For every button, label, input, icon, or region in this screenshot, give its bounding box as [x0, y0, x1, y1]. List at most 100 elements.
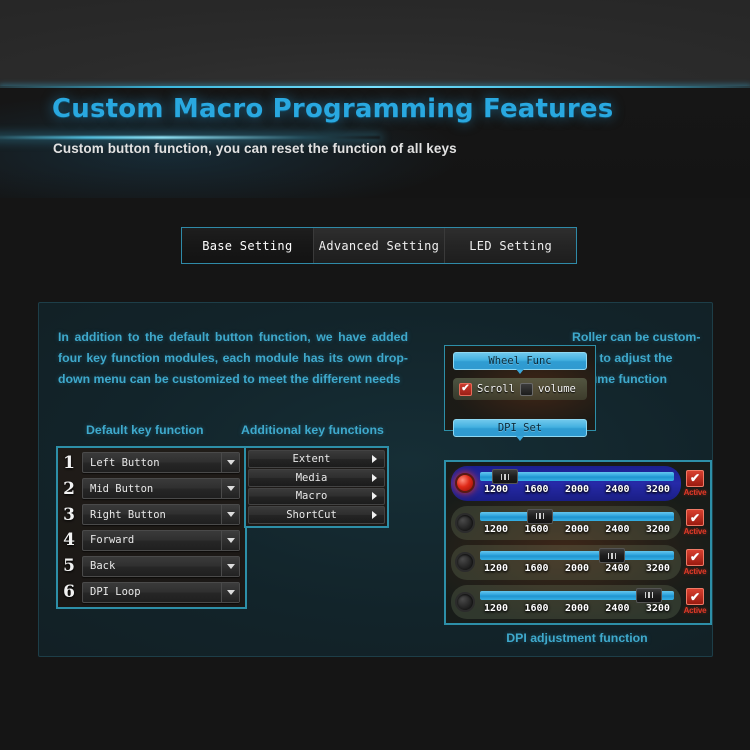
additional-key-shortcut[interactable]: ShortCut: [248, 506, 385, 524]
dpi-row-4-slider[interactable]: 1200 1600 2000 2400 3200: [480, 584, 674, 621]
additional-key-extent-label: Extent: [249, 453, 384, 465]
chevron-right-icon: [372, 492, 377, 500]
dpi-set-button[interactable]: DPI Set: [453, 419, 587, 437]
chevron-right-icon: [372, 474, 377, 482]
dpi-row-3-active-group: ✔ Active: [685, 549, 705, 576]
dpi-row-3-slider-handle[interactable]: [599, 548, 625, 563]
dpi-adjustment-panel: 1200 1600 2000 2400 3200 ✔ Active: [444, 460, 712, 625]
chevron-down-icon: [221, 479, 239, 498]
key-dropdown-2-value: Mid Button: [83, 483, 221, 495]
key-index: 6: [60, 582, 78, 602]
dpi-tick: 2000: [565, 524, 589, 535]
chevron-down-icon: [221, 453, 239, 472]
key-dropdown-3[interactable]: Right Button: [82, 504, 240, 525]
key-dropdown-5-value: Back: [83, 560, 221, 572]
right-settings-cluster: Wheel Func ✔ Scroll volume DPI Set: [442, 323, 714, 653]
additional-key-media-label: Media: [249, 472, 384, 484]
dpi-row-1-slider-handle[interactable]: [492, 469, 518, 484]
dpi-row-4-active-checkbox[interactable]: ✔: [686, 588, 704, 605]
tab-advanced-setting[interactable]: Advanced Setting: [314, 228, 446, 263]
key-dropdown-2[interactable]: Mid Button: [82, 478, 240, 499]
dpi-row-4-active-group: ✔ Active: [685, 588, 705, 615]
volume-checkbox[interactable]: [520, 383, 533, 396]
dpi-row-1-active-checkbox[interactable]: ✔: [686, 470, 704, 487]
page-title: Custom Macro Programming Features: [52, 94, 613, 124]
dpi-row-2-slider-track[interactable]: [480, 512, 674, 521]
volume-checkbox-label: volume: [538, 383, 576, 395]
top-bar: [0, 0, 750, 88]
dpi-tick: 2400: [605, 524, 629, 535]
key-index: 1: [60, 453, 78, 473]
dpi-row-1-slider[interactable]: 1200 1600 2000 2400 3200: [480, 465, 674, 502]
key-row: 2 Mid Button: [60, 476, 243, 502]
dpi-row-4-slider-handle[interactable]: [636, 588, 662, 603]
dpi-row-4: 1200 1600 2000 2400 3200 ✔ Active: [449, 584, 707, 621]
dpi-tick: 2000: [565, 563, 589, 574]
dpi-tick: 1600: [524, 563, 548, 574]
additional-key-shortcut-label: ShortCut: [249, 509, 384, 521]
check-icon: ✔: [690, 591, 700, 603]
dpi-tick: 1200: [484, 524, 508, 535]
dpi-row-1-active-label: Active: [684, 488, 707, 497]
dpi-tick: 2000: [565, 603, 589, 614]
key-dropdown-6[interactable]: DPI Loop: [82, 582, 240, 603]
default-key-function-list: 1 Left Button 2 Mid Button 3 Right Butto…: [56, 446, 247, 609]
dpi-row-2-led-indicator[interactable]: [455, 513, 475, 533]
dpi-row-4-ticks: 1200 1600 2000 2400 3200: [480, 603, 674, 614]
key-row: 3 Right Button: [60, 502, 243, 528]
dpi-row-2-active-checkbox[interactable]: ✔: [686, 509, 704, 526]
dpi-row-1-active-group: ✔ Active: [685, 470, 705, 497]
chevron-down-icon: [221, 557, 239, 576]
tab-base-setting[interactable]: Base Setting: [182, 228, 314, 263]
check-icon: ✔: [690, 551, 700, 563]
content-panel: In addition to the default button functi…: [38, 302, 713, 657]
dpi-tick: 1200: [484, 603, 508, 614]
dpi-row-4-active-label: Active: [684, 606, 707, 615]
additional-key-macro[interactable]: Macro: [248, 488, 385, 506]
wheel-func-button[interactable]: Wheel Func: [453, 352, 587, 370]
tab-led-setting-label: LED Setting: [469, 239, 552, 253]
dpi-row-1: 1200 1600 2000 2400 3200 ✔ Active: [449, 465, 707, 502]
dpi-row-1-ticks: 1200 1600 2000 2400 3200: [480, 484, 674, 495]
dpi-row-3-active-label: Active: [684, 567, 707, 576]
chevron-down-icon: [221, 505, 239, 524]
additional-key-media[interactable]: Media: [248, 469, 385, 487]
dpi-tick: 2400: [605, 563, 629, 574]
key-dropdown-1-value: Left Button: [83, 457, 221, 469]
key-index: 4: [60, 530, 78, 550]
dpi-tick: 3200: [646, 603, 670, 614]
dpi-row-2-ticks: 1200 1600 2000 2400 3200: [480, 524, 674, 535]
page-header: Custom Macro Programming Features Custom…: [0, 88, 750, 198]
key-row: 1 Left Button: [60, 450, 243, 476]
additional-key-extent[interactable]: Extent: [248, 450, 385, 468]
intro-description: In addition to the default button functi…: [58, 327, 408, 390]
key-dropdown-4[interactable]: Forward: [82, 530, 240, 551]
scroll-checkbox[interactable]: ✔: [459, 383, 472, 396]
dpi-tick: 3200: [646, 563, 670, 574]
dpi-tick: 1600: [524, 484, 548, 495]
chevron-down-icon: [221, 531, 239, 550]
tab-led-setting[interactable]: LED Setting: [445, 228, 576, 263]
dpi-row-2-active-label: Active: [684, 527, 707, 536]
dpi-row-2-slider-handle[interactable]: [527, 509, 553, 524]
key-dropdown-4-value: Forward: [83, 534, 221, 546]
dpi-row-3-active-checkbox[interactable]: ✔: [686, 549, 704, 566]
dpi-row-3-slider[interactable]: 1200 1600 2000 2400 3200: [480, 544, 674, 581]
dpi-tick: 1200: [484, 563, 508, 574]
key-index: 3: [60, 505, 78, 525]
wheel-func-button-label: Wheel Func: [488, 355, 551, 367]
dpi-row-3-slider-track[interactable]: [480, 551, 674, 560]
chevron-right-icon: [372, 511, 377, 519]
additional-key-functions-list: Extent Media Macro ShortCut: [244, 446, 389, 528]
dpi-row-3-ticks: 1200 1600 2000 2400 3200: [480, 563, 674, 574]
dpi-tick: 1600: [524, 603, 548, 614]
key-row: 6 DPI Loop: [60, 579, 243, 605]
dpi-row-4-led-indicator[interactable]: [455, 592, 475, 612]
key-dropdown-1[interactable]: Left Button: [82, 452, 240, 473]
dpi-set-button-label: DPI Set: [498, 422, 542, 434]
default-key-function-heading: Default key function: [86, 423, 204, 437]
key-dropdown-6-value: DPI Loop: [83, 586, 221, 598]
dpi-row-2-slider[interactable]: 1200 1600 2000 2400 3200: [480, 505, 674, 542]
key-dropdown-5[interactable]: Back: [82, 556, 240, 577]
chevron-right-icon: [372, 455, 377, 463]
